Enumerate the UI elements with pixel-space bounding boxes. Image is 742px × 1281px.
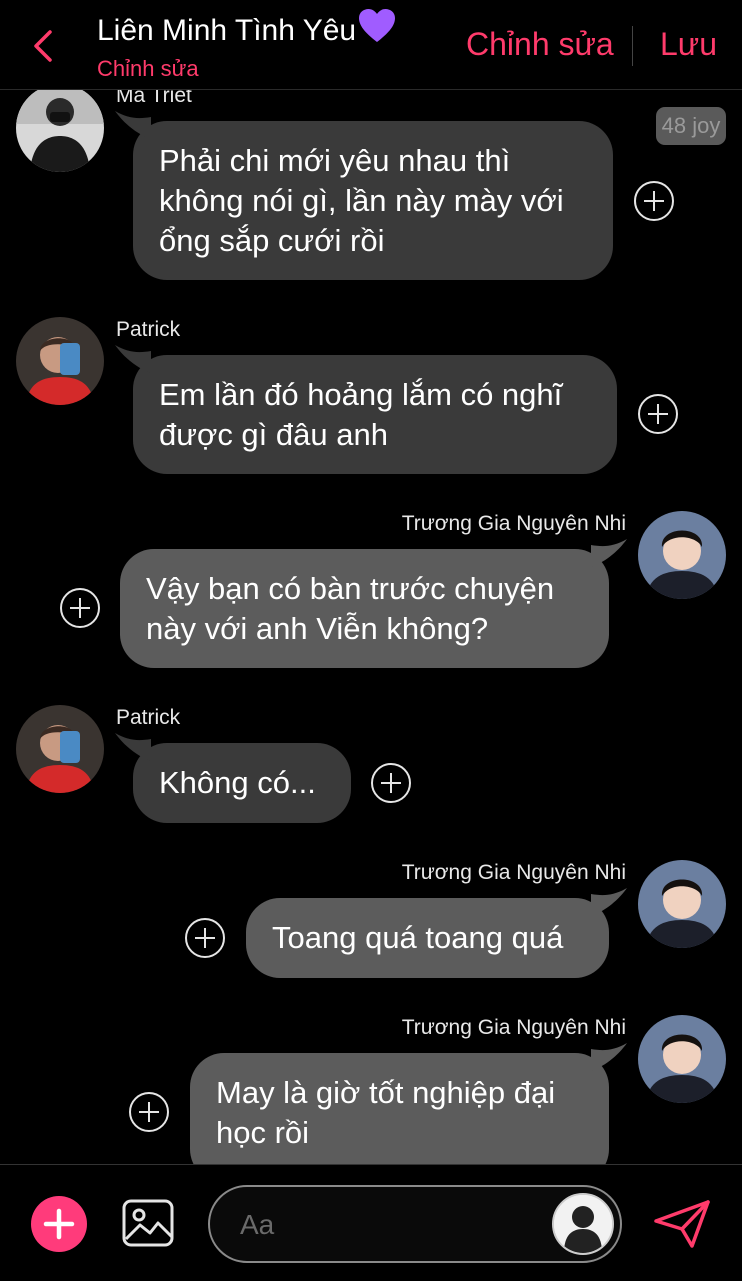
avatar-truong-gia-nguyen-nhi[interactable] [638,511,726,599]
add-reaction-icon[interactable] [637,393,679,435]
message-text: được gì đâu anh [159,417,388,452]
message-text: này với anh Viễn không? [146,611,489,646]
sender-avatar-selector[interactable] [552,1193,614,1255]
message-sender: Patrick [116,318,181,341]
message-text: Em lần đó hoảng lắm có nghĩ [159,377,563,412]
send-icon[interactable] [652,1199,712,1249]
message-sender: Mã Triết [116,90,192,107]
chevron-left-icon[interactable] [28,26,60,66]
avatar-ma-triet[interactable] [16,90,104,172]
header-divider [632,26,633,66]
message-input-placeholder: Aa [240,1209,275,1240]
message-text: Không có... [159,765,316,800]
add-reaction-icon[interactable] [184,917,226,959]
message-sender: Trương Gia Nguyên Nhi [401,861,626,884]
message-input[interactable]: Aa [208,1185,622,1263]
message-text: Vậy bạn có bàn trước chuyện [146,571,555,606]
avatar-patrick[interactable] [16,705,104,793]
avatar-patrick[interactable] [16,317,104,405]
person-silhouette-icon [554,1195,612,1253]
add-reaction-icon[interactable] [59,587,101,629]
message-text: Phải chi mới yêu nhau thì [159,143,511,178]
edit-button[interactable]: Chỉnh sửa [466,26,614,63]
message-text: học rồi [216,1115,310,1150]
add-reaction-icon[interactable] [128,1091,170,1133]
add-button[interactable] [31,1196,87,1252]
purple-heart-icon [359,9,396,42]
message-sender: Patrick [116,706,181,729]
chat-header: Liên Minh Tình Yêu Chỉnh sửa Chỉnh sửa L… [0,0,742,90]
message-sender: Trương Gia Nguyên Nhi [401,512,626,535]
avatar-truong-gia-nguyen-nhi[interactable] [638,1015,726,1103]
message-text: May là giờ tốt nghiệp đại [216,1075,556,1110]
message-bubble[interactable]: May là giờ tốt nghiệp đại học rồi [190,1043,627,1164]
save-button[interactable]: Lưu [660,26,717,63]
chat-title: Liên Minh Tình Yêu [97,8,396,48]
message-text: Toang quá toang quá [272,920,564,955]
add-reaction-icon[interactable] [633,180,675,222]
header-subtitle[interactable]: Chỉnh sửa [97,56,199,82]
message-bubble[interactable]: Toang quá toang quá [246,888,627,978]
avatar-truong-gia-nguyen-nhi[interactable] [638,860,726,948]
message-sender: Trương Gia Nguyên Nhi [401,1016,626,1039]
message-bubble[interactable]: Phải chi mới yêu nhau thì không nói gì, … [115,111,613,280]
message-bubble[interactable]: Không có... [115,733,351,823]
message-text: ổng sắp cưới rồi [159,223,385,258]
chat-title-text: Liên Minh Tình Yêu [97,14,357,47]
message-bubble[interactable]: Em lần đó hoảng lắm có nghĩ được gì đâu … [115,345,617,474]
message-bubble[interactable]: Vậy bạn có bàn trước chuyện này với anh … [120,539,627,668]
add-reaction-icon[interactable] [370,762,412,804]
joy-badge: 48 joy [656,107,726,145]
plus-icon [43,1208,75,1240]
image-icon[interactable] [122,1199,174,1247]
message-text: không nói gì, lần này mày với [159,183,564,218]
composer-bar: Aa [0,1164,742,1281]
message-list[interactable]: Mã Triết 48 joy Phải chi mới yêu nhau th… [0,90,742,1164]
